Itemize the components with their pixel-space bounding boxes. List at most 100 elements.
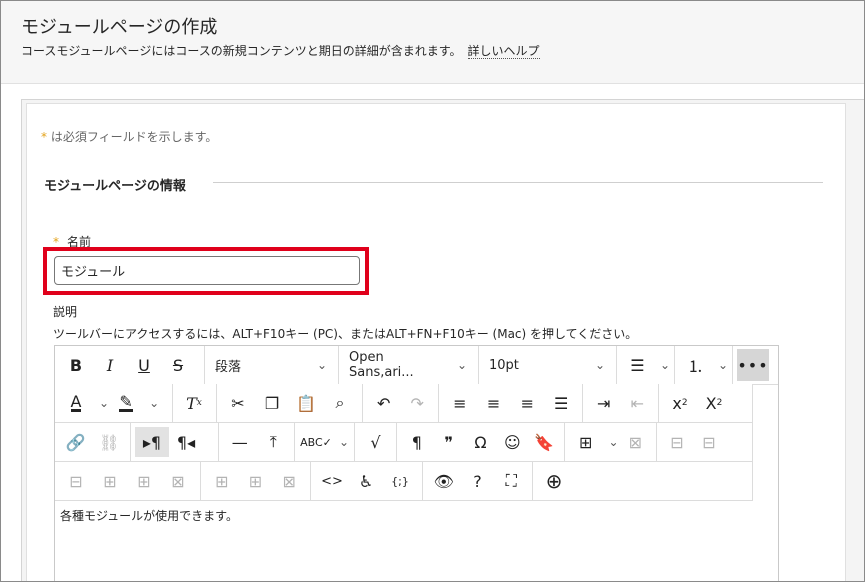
subscript-icon[interactable]: X2	[697, 388, 731, 418]
insert-col-after-icon[interactable]: ⊞	[239, 466, 273, 496]
toolbar-hint: ツールバーにアクセスするには、ALT+F10キー (PC)、またはALT+FN+…	[53, 327, 638, 341]
insert-group: — ⤒	[219, 423, 295, 461]
chevron-down-icon[interactable]: ⌄	[339, 435, 349, 449]
insert-file-icon[interactable]: ⤒	[257, 427, 291, 457]
section-title: モジュールページの情報	[44, 179, 186, 194]
insert-row-before-icon[interactable]: ⊟	[59, 466, 93, 496]
variable-icon[interactable]: {;}	[383, 466, 417, 496]
subtitle-text: コースモジュールページにはコースの新規コンテンツと期日の詳細が含まれます。	[21, 44, 462, 58]
preview-eye-icon[interactable]: 👁	[427, 466, 461, 496]
paragraph-group: 段落 ⌄	[205, 346, 339, 384]
required-star: *	[41, 130, 47, 144]
copy-icon[interactable]: ❐	[255, 388, 289, 418]
table-icon[interactable]: ⊞	[569, 427, 602, 457]
text-color-icon[interactable]: A	[59, 388, 93, 418]
math-group: √	[355, 423, 397, 461]
align-center-icon[interactable]: ≡	[477, 388, 511, 418]
bullet-list-group: ☰ ⌄	[617, 346, 675, 384]
delete-row-icon[interactable]: ⊞	[127, 466, 161, 496]
paste-icon[interactable]: 📋	[289, 388, 323, 418]
editor-content[interactable]: 各種モジュールが使用できます。	[55, 501, 778, 581]
description-label: 説明	[53, 305, 78, 319]
code-icon[interactable]: <>	[315, 466, 349, 496]
more-options-button[interactable]: •••	[737, 349, 769, 381]
numbered-list-icon[interactable]: ⒈	[679, 350, 712, 380]
script-group: x2 X2	[659, 384, 735, 422]
paragraph-icon[interactable]: ¶	[401, 427, 433, 457]
font-select[interactable]: Open Sans,ari... ⌄	[343, 350, 473, 380]
align-justify-icon[interactable]: ☰	[544, 388, 578, 418]
bold-button[interactable]: B	[59, 350, 93, 380]
required-note-text: は必須フィールドを示します。	[50, 130, 218, 144]
paragraph-select[interactable]: 段落 ⌄	[209, 350, 333, 380]
rtl-icon[interactable]: ¶◂	[169, 427, 203, 457]
spellcheck-icon[interactable]: ABC✓	[299, 427, 333, 457]
required-note: * は必須フィールドを示します。	[41, 128, 217, 145]
chevron-down-icon[interactable]: ⌄	[99, 396, 109, 410]
table-cut-row-icon[interactable]: ⊠	[161, 466, 195, 496]
bullet-list-icon[interactable]: ☰	[621, 350, 654, 380]
paragraph-select-value: 段落	[215, 359, 242, 375]
bookmark-icon[interactable]: 🔖	[528, 427, 560, 457]
color-group: A ⌄ ✎ ⌄	[55, 384, 173, 422]
link-group: 🔗 ⛓	[55, 423, 131, 461]
fullscreen-icon[interactable]: ⛶	[494, 466, 528, 496]
page-title: モジュールページの作成	[21, 17, 218, 38]
indent-icon[interactable]: ⇥	[587, 388, 621, 418]
size-select[interactable]: 10pt ⌄	[483, 350, 611, 380]
name-input[interactable]	[54, 256, 360, 285]
section-divider	[213, 182, 823, 183]
redo-icon[interactable]: ↷	[401, 388, 435, 418]
omega-icon[interactable]: Ω	[465, 427, 497, 457]
horizontal-line-icon[interactable]: —	[223, 427, 257, 457]
delete-col-icon[interactable]: ⊠	[272, 466, 306, 496]
more-group: •••	[733, 346, 777, 384]
chevron-down-icon[interactable]: ⌄	[608, 435, 618, 449]
table-cell-props-icon[interactable]: ⊟	[693, 427, 725, 457]
insert-col-before-icon[interactable]: ⊞	[205, 466, 239, 496]
align-right-icon[interactable]: ≡	[511, 388, 545, 418]
delete-table-icon[interactable]: ⊠	[619, 427, 652, 457]
insert-row-after-icon[interactable]: ⊞	[93, 466, 127, 496]
code-group: <> ♿ {;}	[311, 462, 423, 500]
accessibility-icon[interactable]: ♿	[349, 466, 383, 496]
clipboard-group: ✂ ❐ 📋 ⌕	[217, 384, 363, 422]
clear-formatting-icon[interactable]: Tx	[177, 388, 211, 418]
align-left-icon[interactable]: ≡	[443, 388, 477, 418]
underline-button[interactable]: U	[127, 350, 161, 380]
help-link[interactable]: 詳しいヘルプ	[467, 44, 540, 59]
chevron-down-icon[interactable]: ⌄	[660, 358, 670, 372]
align-group: ≡ ≡ ≡ ☰	[439, 384, 583, 422]
clear-format-group: Tx	[173, 384, 217, 422]
blockquote-icon[interactable]: ❞	[433, 427, 465, 457]
toolbar-row-2: A ⌄ ✎ ⌄ Tx ✂ ❐ 📋 ⌕ ↶ ↷ ≡ ≡ ≡ ☰ ⇥ ⇤ x 2 X…	[55, 384, 753, 423]
undo-icon[interactable]: ↶	[367, 388, 401, 418]
table-row-group: ⊟ ⊞ ⊞ ⊠	[55, 462, 201, 500]
add-group: ⊕	[533, 462, 577, 500]
help-icon[interactable]: ?	[461, 466, 495, 496]
chevron-down-icon[interactable]: ⌄	[718, 358, 728, 372]
math-icon[interactable]: √	[359, 427, 392, 457]
emoji-icon[interactable]: ☺	[496, 427, 528, 457]
size-group: 10pt ⌄	[479, 346, 617, 384]
italic-button[interactable]: I	[93, 350, 127, 380]
link-icon[interactable]: 🔗	[59, 427, 93, 457]
unlink-icon[interactable]: ⛓	[93, 427, 127, 457]
strikethrough-button[interactable]: S	[161, 350, 195, 380]
chevron-down-icon: ⌄	[456, 358, 467, 372]
window-frame: モジュールページの作成 コースモジュールページにはコースの新規コンテンツと期日の…	[0, 0, 865, 582]
search-icon[interactable]: ⌕	[323, 388, 357, 418]
indent-group: ⇥ ⇤	[583, 384, 659, 422]
cut-icon[interactable]: ✂	[221, 388, 255, 418]
table-col-group: ⊞ ⊞ ⊠	[201, 462, 311, 500]
add-content-icon[interactable]: ⊕	[537, 466, 571, 496]
outdent-icon[interactable]: ⇤	[621, 388, 655, 418]
superscript-icon[interactable]: x2	[663, 388, 697, 418]
chevron-down-icon[interactable]: ⌄	[149, 396, 159, 410]
highlight-color-icon[interactable]: ✎	[109, 388, 143, 418]
numbered-list-group: ⒈ ⌄	[675, 346, 733, 384]
ltr-icon[interactable]: ▸¶	[135, 427, 169, 457]
spellcheck-group: ABC✓ ⌄	[295, 423, 355, 461]
table-row-props-icon[interactable]: ⊟	[661, 427, 693, 457]
format-group: B I U S	[55, 346, 205, 384]
